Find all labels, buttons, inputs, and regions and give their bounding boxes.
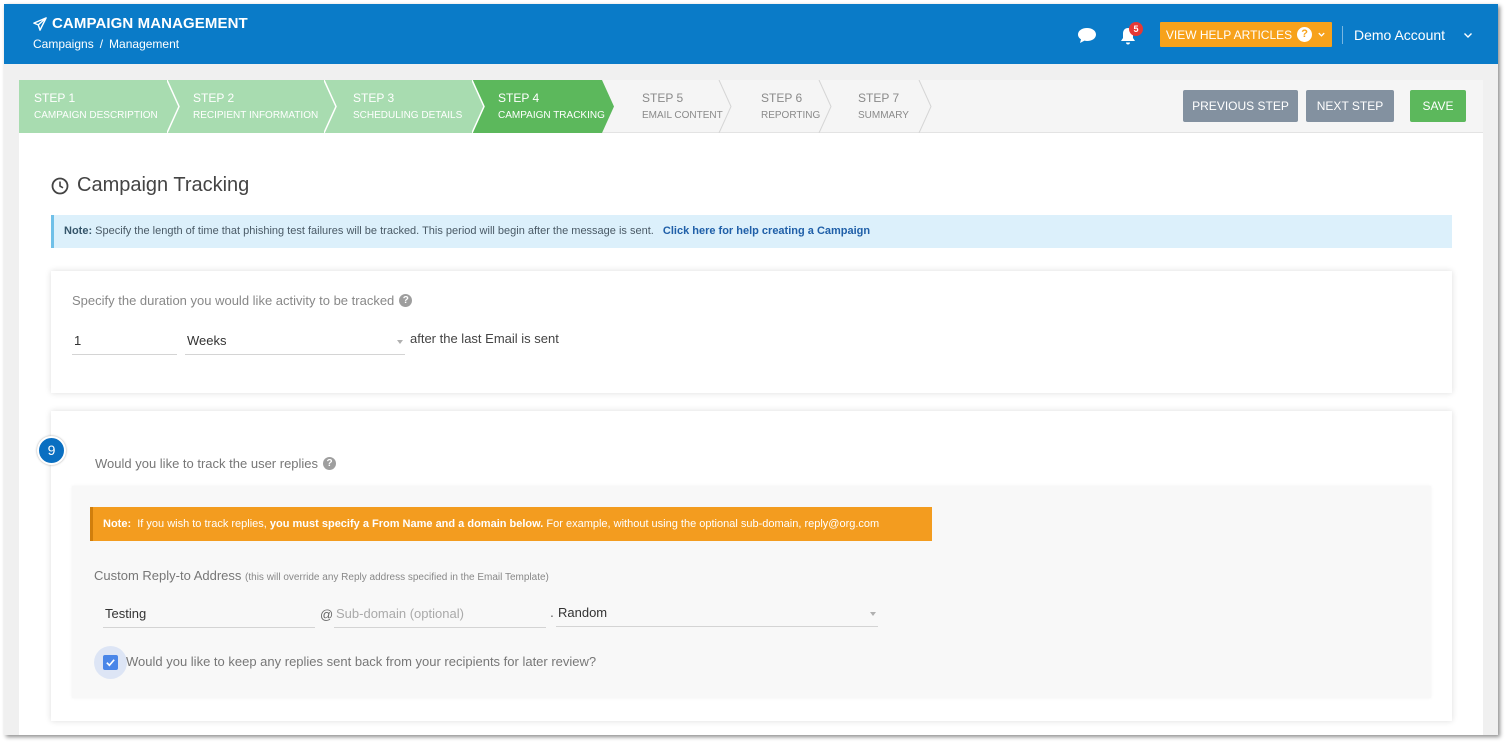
step-7-chevron — [918, 80, 932, 133]
duration-label-text: Specify the duration you would like acti… — [72, 293, 395, 308]
header-divider — [1342, 26, 1343, 44]
keep-replies-checkbox[interactable] — [103, 655, 118, 670]
account-chevron-down-icon[interactable] — [1462, 29, 1474, 41]
breadcrumb-separator: / — [99, 37, 104, 51]
step-1-label: STEP 1 — [34, 91, 76, 105]
notification-badge: 5 — [1129, 22, 1143, 36]
annotation-badge: 9 — [37, 436, 66, 465]
step-4-label: STEP 4 — [498, 91, 540, 105]
step-5-sub: EMAIL CONTENT — [642, 110, 723, 121]
warning-prefix: Note: — [103, 518, 132, 530]
step-6[interactable]: STEP 6 REPORTING — [732, 80, 832, 133]
campaign-card: STEP 1 CAMPAIGN DESCRIPTION STEP 2 RECIP… — [19, 80, 1483, 735]
replies-panel: Would you like to track the user replies… — [51, 411, 1452, 721]
step-6-sub: REPORTING — [761, 110, 821, 121]
step-2-sub: RECIPIENT INFORMATION — [193, 110, 319, 121]
at-sign: @ — [320, 607, 334, 622]
step-7-label: STEP 7 — [858, 91, 900, 105]
chat-icon[interactable] — [1077, 26, 1097, 44]
reply-to-hint: (this will override any Reply address sp… — [245, 572, 549, 583]
duration-unit-select[interactable]: Weeks — [185, 329, 405, 355]
dropdown-arrow-icon — [870, 612, 876, 616]
question-circle-icon[interactable]: ? — [323, 457, 337, 470]
step-6-chevron — [818, 80, 832, 133]
duration-unit-value: Weeks — [187, 333, 227, 348]
reply-settings: Note: If you wish to track replies, you … — [72, 486, 1431, 698]
duration-value-input[interactable]: 1 — [72, 329, 177, 355]
account-menu[interactable]: Demo Account — [1354, 27, 1445, 43]
info-note-prefix: Note: — [64, 225, 93, 237]
clock-icon — [51, 177, 69, 194]
domain-value: Random — [558, 605, 608, 620]
reply-to-label-text: Custom Reply-to Address — [94, 568, 242, 583]
step-2-label: STEP 2 — [193, 91, 235, 105]
breadcrumb: Campaigns / Management — [33, 37, 179, 51]
checkmark-icon — [106, 659, 115, 667]
step-7[interactable]: STEP 7 SUMMARY — [832, 80, 942, 133]
step-3-chevron — [324, 80, 484, 133]
top-bar: CAMPAIGN MANAGEMENT Campaigns / Manageme… — [4, 4, 1498, 64]
duration-panel: Specify the duration you would like acti… — [51, 271, 1452, 393]
track-replies-label-text: Would you like to track the user replies — [95, 456, 319, 471]
subdomain-input[interactable]: Sub-domain (optional) — [334, 602, 546, 628]
dot-separator: . — [550, 604, 554, 620]
warning-bold: you must specify a From Name and a domai… — [269, 518, 544, 530]
next-step-button[interactable]: NEXT STEP — [1306, 90, 1394, 122]
duration-label: Specify the duration you would like acti… — [72, 293, 413, 308]
reply-name-input[interactable]: Testing — [103, 602, 315, 628]
question-circle-icon[interactable]: ? — [399, 294, 413, 307]
reply-warning-note: Note: If you wish to track replies, you … — [90, 507, 932, 541]
app-title: CAMPAIGN MANAGEMENT — [33, 15, 248, 32]
step-3[interactable]: STEP 3 SCHEDULING DETAILS — [324, 80, 484, 133]
warning-text-1: If you wish to track replies, — [137, 518, 267, 530]
info-note-text: Specify the length of time that phishing… — [95, 225, 654, 237]
breadcrumb-management: Management — [109, 37, 180, 51]
question-circle-icon: ? — [1297, 27, 1313, 42]
track-replies-label: Would you like to track the user replies… — [95, 456, 337, 471]
stepper-bar: STEP 1 CAMPAIGN DESCRIPTION STEP 2 RECIP… — [19, 80, 1483, 133]
step-6-label: STEP 6 — [761, 91, 803, 105]
step-1[interactable]: STEP 1 CAMPAIGN DESCRIPTION — [19, 80, 181, 133]
step-3-sub: SCHEDULING DETAILS — [353, 110, 463, 121]
step-4[interactable]: STEP 4 CAMPAIGN TRACKING — [472, 80, 615, 133]
help-button-label: VIEW HELP ARTICLES — [1165, 27, 1293, 42]
app-window: CAMPAIGN MANAGEMENT Campaigns / Manageme… — [4, 4, 1498, 735]
step-3-label: STEP 3 — [353, 91, 395, 105]
step-5[interactable]: STEP 5 EMAIL CONTENT — [602, 80, 732, 133]
chevron-down-icon — [1318, 32, 1325, 37]
help-campaign-link[interactable]: Click here for help creating a Campaign — [663, 225, 870, 237]
breadcrumb-campaigns[interactable]: Campaigns — [33, 37, 94, 51]
save-button[interactable]: SAVE — [1410, 90, 1466, 122]
step-2[interactable]: STEP 2 RECIPIENT INFORMATION — [167, 80, 337, 133]
step-1-sub: CAMPAIGN DESCRIPTION — [34, 110, 158, 121]
keep-replies-label: Would you like to keep any replies sent … — [126, 654, 597, 669]
dropdown-arrow-icon — [397, 340, 403, 344]
app-title-text: CAMPAIGN MANAGEMENT — [52, 15, 248, 32]
previous-step-button[interactable]: PREVIOUS STEP — [1183, 90, 1298, 122]
step-4-sub: CAMPAIGN TRACKING — [498, 110, 605, 121]
section-title-text: Campaign Tracking — [77, 174, 250, 196]
step-4-chevron — [472, 80, 614, 133]
section-title: Campaign Tracking — [51, 174, 249, 197]
step-7-sub: SUMMARY — [858, 110, 909, 121]
step-2-chevron — [167, 80, 336, 133]
duration-suffix: after the last Email is sent — [410, 331, 559, 346]
warning-text-2: For example, without using the optional … — [546, 518, 880, 530]
domain-select[interactable]: Random — [556, 601, 878, 627]
step-1-chevron — [19, 80, 179, 133]
info-note: Note: Specify the length of time that ph… — [51, 215, 1452, 248]
step-5-chevron — [718, 80, 732, 133]
paper-plane-icon — [33, 16, 47, 31]
view-help-articles-button[interactable]: VIEW HELP ARTICLES ? — [1160, 22, 1332, 47]
reply-to-label: Custom Reply-to Address (this will overr… — [94, 568, 549, 583]
step-5-label: STEP 5 — [642, 91, 684, 105]
